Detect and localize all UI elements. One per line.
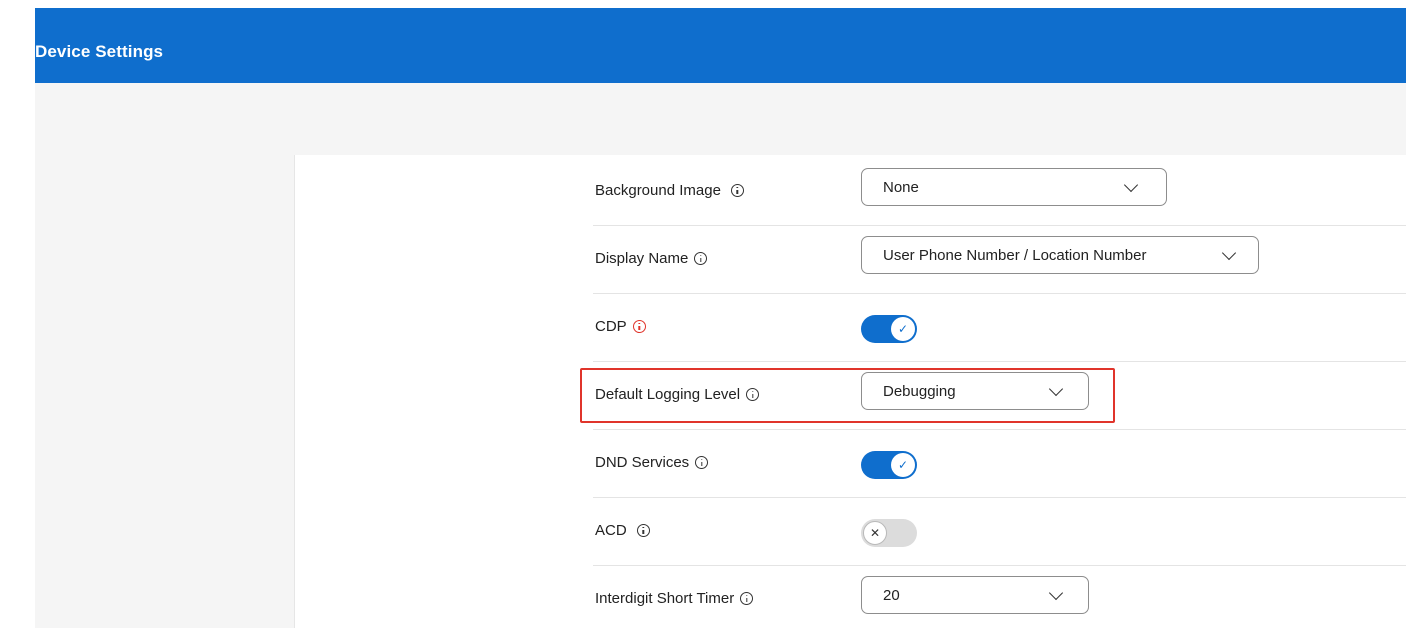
info-icon[interactable] bbox=[695, 456, 709, 469]
cdp-toggle[interactable]: ✓ bbox=[861, 315, 917, 343]
cdp-label: CDP bbox=[595, 318, 627, 335]
setting-row-display-name: Display Name User Phone Number / Locatio… bbox=[593, 225, 1406, 294]
interdigit-short-timer-select[interactable]: 20 bbox=[861, 576, 1089, 614]
background-image-label: Background Image bbox=[595, 182, 721, 199]
background-image-value: None bbox=[883, 179, 919, 196]
check-icon: ✓ bbox=[891, 453, 915, 477]
interdigit-short-timer-label-group: Interdigit Short Timer bbox=[595, 590, 754, 607]
chevron-down-icon bbox=[1221, 245, 1237, 261]
display-name-label: Display Name bbox=[595, 250, 689, 267]
interdigit-short-timer-value: 20 bbox=[883, 587, 900, 604]
highlight-box bbox=[580, 368, 1115, 423]
setting-row-interdigit-short-timer: Interdigit Short Timer 20 bbox=[593, 565, 1406, 633]
info-icon[interactable] bbox=[636, 524, 650, 537]
info-icon[interactable] bbox=[730, 184, 744, 197]
acd-toggle[interactable]: ✕ bbox=[861, 519, 917, 547]
display-name-label-group: Display Name bbox=[595, 250, 708, 267]
setting-row-cdp: CDP ✓ bbox=[593, 293, 1406, 362]
app-header: Device Settings bbox=[35, 8, 1406, 83]
dnd-services-label-group: DND Services bbox=[595, 454, 709, 471]
dnd-services-toggle[interactable]: ✓ bbox=[861, 451, 917, 479]
display-name-value: User Phone Number / Location Number bbox=[883, 247, 1147, 264]
info-icon[interactable] bbox=[632, 320, 646, 333]
info-icon[interactable] bbox=[694, 252, 708, 265]
page-title: Device Settings bbox=[35, 42, 164, 61]
interdigit-short-timer-label: Interdigit Short Timer bbox=[595, 590, 735, 607]
acd-label-group: ACD bbox=[595, 522, 650, 539]
setting-row-acd: ACD ✕ bbox=[593, 497, 1406, 566]
background-image-label-group: Background Image bbox=[595, 182, 744, 199]
setting-row-dnd-services: DND Services ✓ bbox=[593, 429, 1406, 498]
background-image-select[interactable]: None bbox=[861, 168, 1167, 206]
chevron-down-icon bbox=[1048, 585, 1064, 601]
info-icon[interactable] bbox=[740, 592, 754, 605]
close-icon: ✕ bbox=[863, 521, 887, 545]
dnd-services-label: DND Services bbox=[595, 454, 690, 471]
chevron-down-icon bbox=[1123, 177, 1139, 193]
cdp-label-group: CDP bbox=[595, 318, 646, 335]
setting-row-background-image: Background Image None bbox=[593, 157, 1406, 226]
display-name-select[interactable]: User Phone Number / Location Number bbox=[861, 236, 1259, 274]
acd-label: ACD bbox=[595, 522, 627, 539]
check-icon: ✓ bbox=[891, 317, 915, 341]
